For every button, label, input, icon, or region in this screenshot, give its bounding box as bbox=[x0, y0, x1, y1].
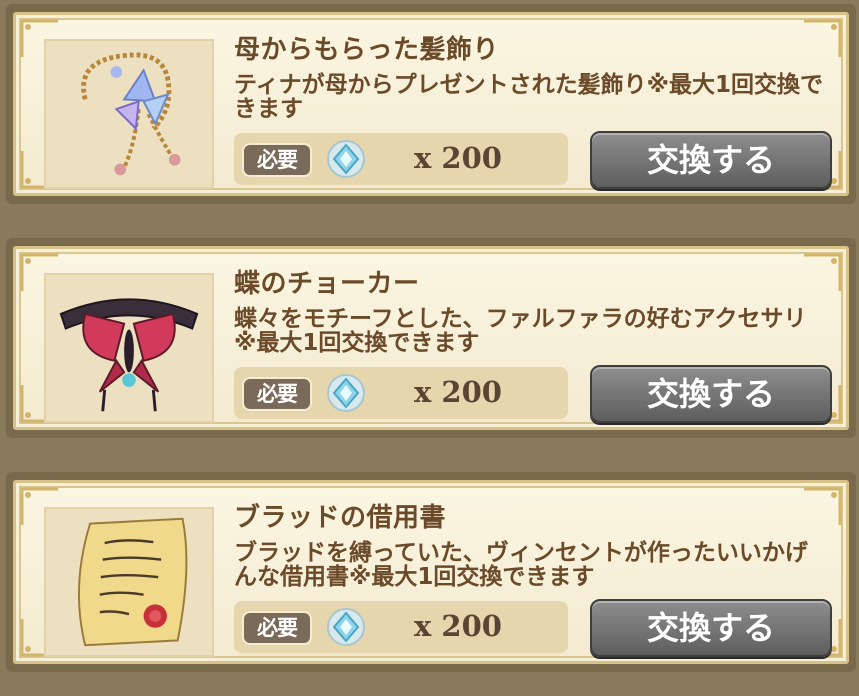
corner-ornament-icon bbox=[802, 19, 842, 59]
cost-amount: x 200 bbox=[414, 141, 502, 175]
exchange-button[interactable]: 交換する bbox=[590, 131, 832, 189]
cost-panel: 必要 x 200 bbox=[234, 367, 568, 419]
card-panel: 母からもらった髪飾り ティナが母からプレゼントされた髪飾り※最大1回交換できます… bbox=[13, 12, 849, 196]
exchange-button[interactable]: 交換する bbox=[590, 599, 832, 657]
exchange-item-card: 母からもらった髪飾り ティナが母からプレゼントされた髪飾り※最大1回交換できます… bbox=[6, 4, 856, 204]
butterfly-choker-icon bbox=[44, 273, 214, 423]
requirement-badge: 必要 bbox=[244, 379, 310, 409]
requirement-badge: 必要 bbox=[244, 613, 310, 643]
cost-panel: 必要 x 200 bbox=[234, 601, 568, 653]
cost-amount: x 200 bbox=[414, 609, 502, 643]
cost-amount: x 200 bbox=[414, 375, 502, 409]
iou-scroll-icon bbox=[44, 507, 214, 657]
crystal-gem-icon bbox=[326, 373, 366, 413]
requirement-badge: 必要 bbox=[244, 145, 310, 175]
item-name: 蝶のチョーカー bbox=[234, 269, 420, 299]
card-panel: 蝶のチョーカー 蝶々をモチーフとした、ファルファラの好むアクセサリ※最大1回交換… bbox=[13, 246, 849, 430]
crystal-gem-icon bbox=[326, 139, 366, 179]
exchange-item-card: 蝶のチョーカー 蝶々をモチーフとした、ファルファラの好むアクセサリ※最大1回交換… bbox=[6, 238, 856, 438]
exchange-item-list: 母からもらった髪飾り ティナが母からプレゼントされた髪飾り※最大1回交換できます… bbox=[0, 0, 859, 696]
item-description: ブラッドを縛っていた、ヴィンセントが作ったいいかげんな借用書※最大1回交換できま… bbox=[234, 540, 808, 590]
corner-ornament-icon bbox=[802, 253, 842, 293]
card-panel: ブラッドの借用書 ブラッドを縛っていた、ヴィンセントが作ったいいかげんな借用書※… bbox=[13, 480, 849, 664]
exchange-button[interactable]: 交換する bbox=[590, 365, 832, 423]
corner-ornament-icon bbox=[802, 487, 842, 527]
item-description: ティナが母からプレゼントされた髪飾り※最大1回交換できます bbox=[234, 72, 823, 122]
hair-ornament-icon bbox=[44, 39, 214, 189]
cost-panel: 必要 x 200 bbox=[234, 133, 568, 185]
item-description: 蝶々をモチーフとした、ファルファラの好むアクセサリ※最大1回交換できます bbox=[234, 306, 807, 356]
crystal-gem-icon bbox=[326, 607, 366, 647]
item-name: 母からもらった髪飾り bbox=[234, 35, 500, 65]
item-name: ブラッドの借用書 bbox=[234, 503, 447, 533]
exchange-item-card: ブラッドの借用書 ブラッドを縛っていた、ヴィンセントが作ったいいかげんな借用書※… bbox=[6, 472, 856, 672]
